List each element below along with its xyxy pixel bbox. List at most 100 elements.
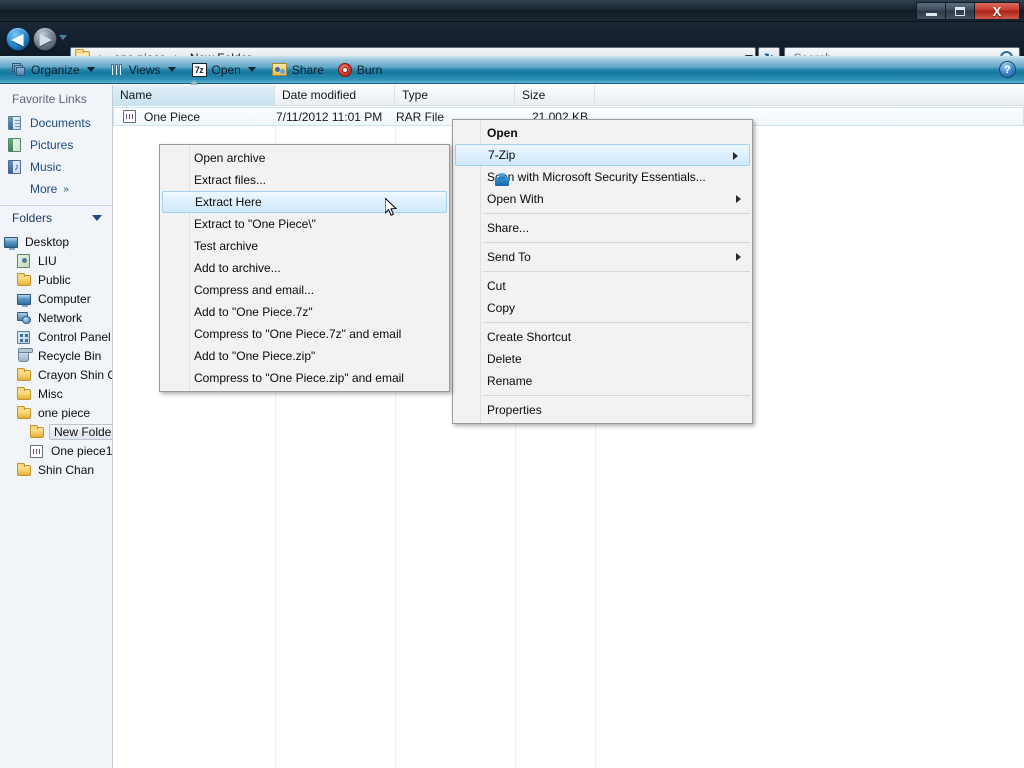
menu-item-properties[interactable]: Properties [453,399,752,421]
submenu-item-add-to-archive[interactable]: Add to archive... [160,257,449,279]
menu-item-scan-with-microsoft-security-essentials[interactable]: Scan with Microsoft Security Essentials.… [453,166,752,188]
desktop-icon [4,235,20,249]
history-dropdown-icon[interactable] [59,35,67,40]
favorite-link-label: Documents [30,116,91,130]
folder-tree: DesktopLIU Public Computer NetworkControl P… [0,230,112,479]
folder-icon [17,406,33,420]
forward-button[interactable]: ▶ [33,27,57,51]
submenu-item-label: Extract to "One Piece\" [194,217,316,231]
rar-file-icon [114,109,144,124]
tree-item-label: Public [38,273,71,287]
burn-label: Burn [357,63,382,77]
submenu-item-label: Compress to "One Piece.7z" and email [194,327,401,341]
menu-item-label: Delete [487,352,522,366]
minimize-button[interactable] [916,2,945,20]
menu-separator [483,322,750,323]
submenu-item-add-to-one-piece-zip[interactable]: Add to "One Piece.zip" [160,345,449,367]
menu-item-share[interactable]: Share... [453,217,752,239]
tree-item-label: New Folder [49,424,112,440]
submenu-item-test-archive[interactable]: Test archive [160,235,449,257]
column-headers: NameDate modifiedTypeSize [113,85,1024,106]
views-button[interactable]: Views [105,59,184,81]
folders-label: Folders [12,211,52,225]
tree-item-one-piece1[interactable]: One piece1 [0,441,112,460]
more-links-button[interactable]: More » [0,178,112,200]
favorite-link-music[interactable]: Music [0,156,112,178]
submenu-item-add-to-one-piece-7z[interactable]: Add to "One Piece.7z" [160,301,449,323]
menu-item-cut[interactable]: Cut [453,275,752,297]
submenu-item-label: Extract Here [195,195,262,209]
submenu-item-extract-files[interactable]: Extract files... [160,169,449,191]
tree-item-network[interactable]: Network [0,308,112,327]
submenu-item-label: Compress and email... [194,283,314,297]
menu-item-open-with[interactable]: Open With [453,188,752,210]
help-button[interactable]: ? [999,61,1016,78]
menu-item-create-shortcut[interactable]: Create Shortcut [453,326,752,348]
menu-item-rename[interactable]: Rename [453,370,752,392]
submenu-item-compress-to-one-piece-7z-and-email[interactable]: Compress to "One Piece.7z" and email [160,323,449,345]
tree-item-control-panel[interactable]: Control Panel [0,327,112,346]
submenu-item-extract-here[interactable]: Extract Here [162,191,447,213]
command-toolbar: Organize Views 7z Open Share Burn ? [0,56,1024,84]
submenu-item-extract-to-one-piece[interactable]: Extract to "One Piece\" [160,213,449,235]
back-button[interactable]: ◀ [6,27,30,51]
submenu-item-label: Add to "One Piece.zip" [194,349,315,363]
organize-button[interactable]: Organize [6,59,103,81]
views-icon [111,64,124,76]
open-button[interactable]: 7z Open [186,59,264,81]
favorite-link-documents[interactable]: Documents [0,112,112,134]
tree-item-public[interactable]: Public [0,270,112,289]
menu-separator [483,213,750,214]
favorite-link-label: Music [30,160,61,174]
menu-item-7-zip[interactable]: 7-Zip [455,144,750,166]
tree-item-crayon-shin-ch[interactable]: Crayon Shin Ch [0,365,112,384]
menu-item-open[interactable]: Open [453,122,752,144]
share-button[interactable]: Share [266,59,330,81]
close-icon: X [993,5,1002,18]
folder-icon [17,463,33,477]
menu-item-copy[interactable]: Copy [453,297,752,319]
tree-item-shin-chan[interactable]: Shin Chan [0,460,112,479]
column-header-name[interactable]: Name [113,85,275,106]
menu-item-label: Rename [487,374,532,388]
burn-button[interactable]: Burn [332,59,388,81]
sevenzip-submenu: Open archiveExtract files... Extract Here… [159,144,450,392]
menu-item-label: Properties [487,403,542,417]
column-header-type[interactable]: Type [395,85,515,106]
chevron-down-icon [92,215,102,221]
tree-item-recycle-bin[interactable]: Recycle Bin [0,346,112,365]
favorite-link-pictures[interactable]: Pictures [0,134,112,156]
network-icon [17,311,33,325]
pictures-icon [8,138,24,152]
file-date-cell: 7/11/2012 11:01 PM [276,110,396,124]
menu-item-label: 7-Zip [488,148,515,162]
menu-item-send-to[interactable]: Send To [453,246,752,268]
tree-item-computer[interactable]: Computer [0,289,112,308]
rar-file-icon [30,444,46,458]
chevron-down-icon [168,67,176,72]
column-header-size[interactable]: Size [515,85,595,106]
views-label: Views [129,63,161,77]
tree-item-desktop[interactable]: Desktop [0,232,112,251]
maximize-button[interactable] [945,2,974,20]
chevron-down-icon [248,67,256,72]
submenu-item-compress-to-one-piece-zip-and-email[interactable]: Compress to "One Piece.zip" and email [160,367,449,389]
menu-item-delete[interactable]: Delete [453,348,752,370]
context-menu: Open 7-Zip Scan with Microsoft Security Es… [452,119,753,424]
favorite-links-list: Documents Pictures Music [0,112,112,178]
tree-item-new-folder[interactable]: New Folder [0,422,112,441]
control-panel-icon [17,330,33,344]
tree-item-one-piece[interactable]: one piece [0,403,112,422]
maximize-icon [955,7,965,16]
tree-item-liu[interactable]: LIU [0,251,112,270]
folder-icon [17,273,33,287]
title-bar-sheen [0,0,1024,11]
submenu-item-compress-and-email[interactable]: Compress and email... [160,279,449,301]
submenu-item-open-archive[interactable]: Open archive [160,147,449,169]
burn-icon [338,63,352,77]
tree-item-label: Computer [38,292,91,306]
folders-header[interactable]: Folders [0,206,112,230]
column-header-date-modified[interactable]: Date modified [275,85,395,106]
close-button[interactable]: X [974,2,1020,20]
tree-item-misc[interactable]: Misc [0,384,112,403]
